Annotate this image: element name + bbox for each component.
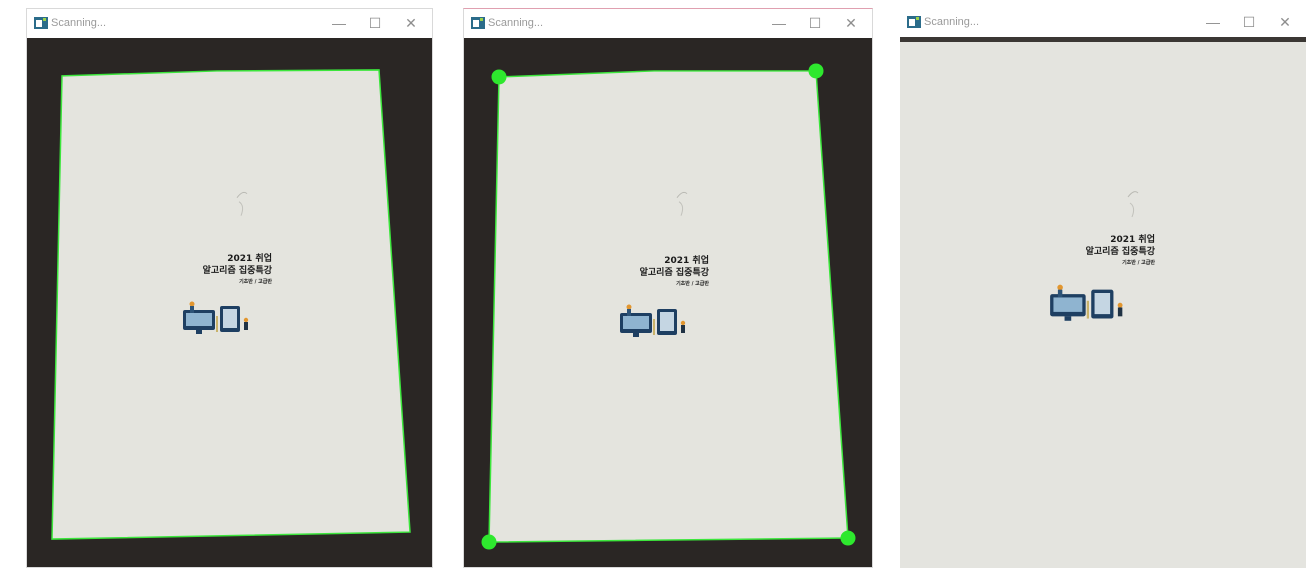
close-icon[interactable]: ✕ xyxy=(1274,13,1296,31)
corner-marker xyxy=(491,69,507,85)
document-year-line: 2021 취업 xyxy=(1110,235,1155,245)
document-cover-text: 2021 취업 알고리즘 집중특강 기초반 / 고급반 xyxy=(1060,234,1155,268)
maximize-icon[interactable]: ☐ xyxy=(364,14,386,32)
cover-illustration xyxy=(620,304,686,337)
document-year-line: 2021 취업 xyxy=(227,254,272,264)
minimize-icon[interactable]: — xyxy=(1202,13,1224,31)
scan-window-corners: Scanning... — ☐ ✕ 2021 취업 알고리즘 집중특강 기초반 … xyxy=(463,8,873,568)
app-icon xyxy=(34,17,48,29)
title-bar[interactable]: Scanning... — ☐ ✕ xyxy=(464,9,872,38)
image-viewport: 2021 취업 알고리즘 집중특강 기초반 / 고급반 xyxy=(464,38,872,567)
window-title: Scanning... xyxy=(488,17,544,29)
corner-marker xyxy=(808,63,824,79)
document-title-line: 알고리즘 집중특강 xyxy=(202,266,272,276)
app-icon xyxy=(907,16,921,28)
minimize-icon[interactable]: — xyxy=(768,14,790,32)
maximize-icon[interactable]: ☐ xyxy=(804,14,826,32)
corner-marker xyxy=(481,534,497,550)
document-title-line: 알고리즘 집중특강 xyxy=(1085,247,1155,257)
maximize-icon[interactable]: ☐ xyxy=(1238,13,1260,31)
window-title: Scanning... xyxy=(51,17,107,29)
document-cover-text: 2021 취업 알고리즘 집중특강 기초반 / 고급반 xyxy=(614,255,709,289)
document-level-line: 기초반 / 고급반 xyxy=(1122,260,1155,266)
close-icon[interactable]: ✕ xyxy=(400,14,422,32)
cover-illustration xyxy=(183,301,249,334)
document-cover-text: 2021 취업 알고리즘 집중특강 기초반 / 고급반 xyxy=(177,253,272,287)
document-level-line: 기초반 / 고급반 xyxy=(676,281,709,287)
image-viewport: 2021 취업 알고리즘 집중특강 기초반 / 고급반 xyxy=(900,37,1306,568)
close-icon[interactable]: ✕ xyxy=(840,14,862,32)
scan-window-warped: Scanning... — ☐ ✕ 2021 취업 알고리즘 집중특강 기초반 … xyxy=(900,8,1306,568)
window-title: Scanning... xyxy=(924,16,980,28)
image-viewport: 2021 취업 알고리즘 집중특강 기초반 / 고급반 xyxy=(27,38,432,567)
title-bar[interactable]: Scanning... — ☐ ✕ xyxy=(27,9,432,38)
title-bar[interactable]: Scanning... — ☐ ✕ xyxy=(900,8,1306,37)
document-level-line: 기초반 / 고급반 xyxy=(239,279,272,285)
minimize-icon[interactable]: — xyxy=(328,14,350,32)
cover-illustration xyxy=(1050,284,1123,321)
scan-window-contour: Scanning... — ☐ ✕ 2021 취업 알고리즘 집중특강 기초반 … xyxy=(26,8,433,568)
document-year-line: 2021 취업 xyxy=(664,256,709,266)
document-title-line: 알고리즘 집중특강 xyxy=(639,268,709,278)
app-icon xyxy=(471,17,485,29)
corner-marker xyxy=(840,530,856,546)
